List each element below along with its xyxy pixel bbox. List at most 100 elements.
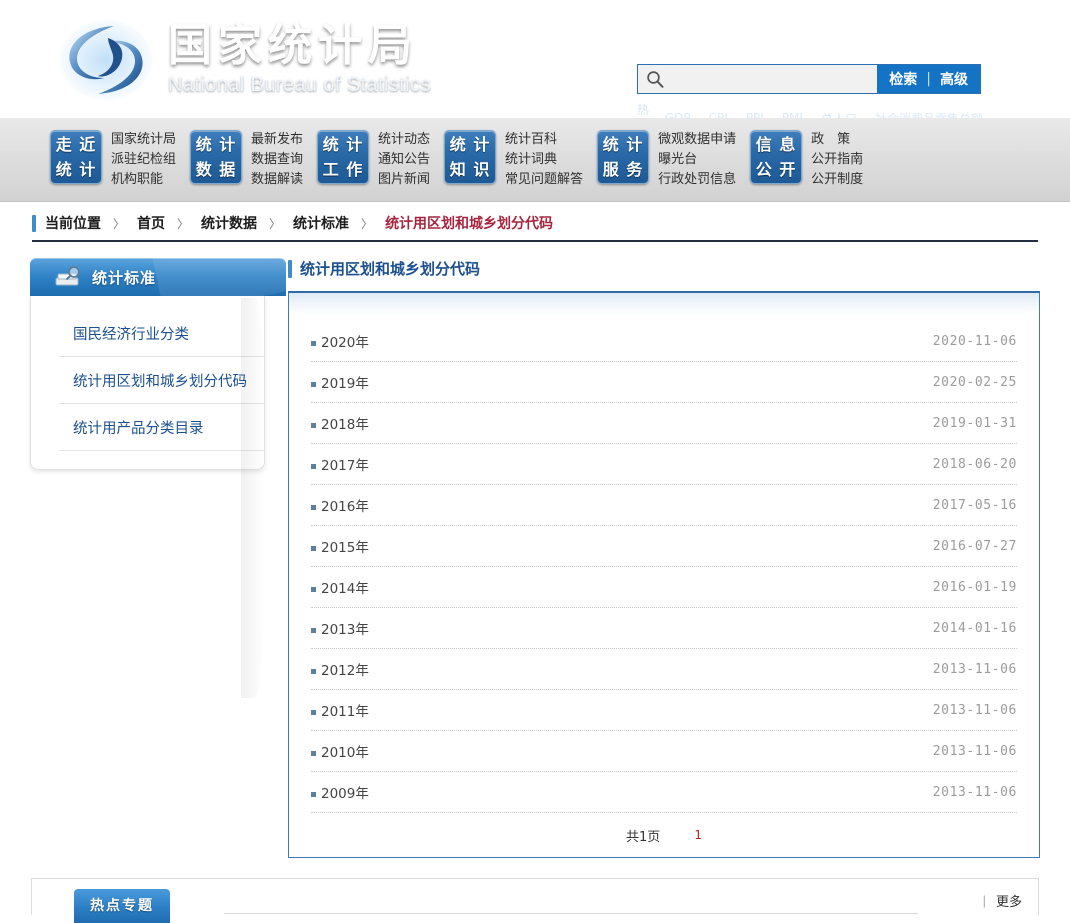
sidebar-item-industry-classification[interactable]: 国民经济行业分类 [59,310,264,357]
list-item-title[interactable]: 2010年 [321,741,369,761]
list-item-title[interactable]: 2016年 [321,495,369,515]
sidebar-item-label[interactable]: 国民经济行业分类 [73,323,189,344]
nav-badge-data[interactable]: 统 计 数 据 [190,129,243,184]
breadcrumb-item-home[interactable]: 首页 [137,213,165,233]
list-item[interactable]: 2019年 2020-02-25 [311,362,1017,403]
list-item-left: 2015年 [311,536,369,556]
list-item-date: 2018-06-20 [932,456,1017,472]
hot-keywords-label: 热词: [637,103,650,117]
list-item[interactable]: 2012年 2013-11-06 [311,649,1017,690]
nav-badge-disclosure[interactable]: 信 息 公 开 [750,129,803,184]
nav-badge-line1: 走 近 [55,134,97,154]
sidebar-item-product-catalog[interactable]: 统计用产品分类目录 [59,404,264,451]
list-item-title[interactable]: 2020年 [321,331,369,351]
nav-link-functions[interactable]: 机构职能 [111,170,176,190]
nav-link-data-interpretation[interactable]: 数据解读 [251,170,303,190]
breadcrumb-arrow-icon: 〉 [113,216,126,231]
hot-keyword-ppi[interactable]: PPI [746,111,764,118]
list-item-title[interactable]: 2013年 [321,618,369,638]
main-navigation: 走 近 统 计 国家统计局 派驻纪检组 机构职能 统 计 数 据 最新发布 数据… [0,118,1070,202]
list-item-title[interactable]: 2012年 [321,659,369,679]
breadcrumb-accent-bar [32,214,36,232]
pagination-page-1[interactable]: 1 [694,828,702,842]
nav-group-about: 走 近 统 计 国家统计局 派驻纪检组 机构职能 [50,129,176,190]
nav-link-latest-release[interactable]: 最新发布 [251,130,303,150]
nav-link-disclosure-guide[interactable]: 公开指南 [811,150,863,170]
list-item[interactable]: 2009年 2013-11-06 [311,772,1017,813]
bullet-icon [311,751,316,756]
hot-keyword-gdp[interactable]: GDP [665,111,691,118]
list-item[interactable]: 2020年 2020-11-06 [311,321,1017,362]
nav-link-dictionary[interactable]: 统计词典 [505,150,583,170]
breadcrumb-arrow-icon: 〉 [361,216,374,231]
list-item-title[interactable]: 2019年 [321,372,369,392]
list-item[interactable]: 2018年 2019-01-31 [311,403,1017,444]
breadcrumb-item-data[interactable]: 统计数据 [201,213,257,233]
list-item-title[interactable]: 2011年 [321,700,369,720]
search-box[interactable]: 检索 | 高级 [637,64,981,94]
more-separator: | [982,893,986,908]
main-content: 统计用区划和城乡划分代码 2020年 2020-11-06 2019年 2020… [288,258,1040,858]
search-submit-button[interactable]: 检索 [889,69,917,89]
nav-link-exposure-platform[interactable]: 曝光台 [658,150,736,170]
site-title-cn: 国家统计局 [168,20,418,72]
list-item-title[interactable]: 2015年 [321,536,369,556]
nav-group-disclosure: 信 息 公 开 政 策 公开指南 公开制度 [750,129,863,190]
advanced-search-link[interactable]: 高级 [940,69,968,89]
site-title-en: National Bureau of Statistics [168,73,431,96]
sidebar-item-label[interactable]: 统计用产品分类目录 [73,417,204,438]
nav-badge-about[interactable]: 走 近 统 计 [50,129,102,184]
list-item[interactable]: 2015年 2016-07-27 [311,526,1017,567]
hot-topics-tab[interactable]: 热点专题 [74,889,170,923]
breadcrumb-item-standards[interactable]: 统计标准 [293,213,349,233]
sidebar: 统计标准 国民经济行业分类 统计用区划和城乡划分代码 统计用产品分类目录 [30,258,286,698]
nav-badge-knowledge[interactable]: 统 计 知 识 [444,129,497,184]
sidebar-item-division-codes[interactable]: 统计用区划和城乡划分代码 [59,357,264,404]
sidebar-item-label[interactable]: 统计用区划和城乡划分代码 [73,370,247,391]
list-item[interactable]: 2011年 2013-11-06 [311,690,1017,731]
more-link[interactable]: 更多 [996,891,1022,910]
nav-link-penalty-info[interactable]: 行政处罚信息 [658,170,736,190]
nav-link-statistics-news[interactable]: 统计动态 [378,130,430,150]
nav-link-announcements[interactable]: 通知公告 [378,150,430,170]
nav-link-photo-news[interactable]: 图片新闻 [378,170,430,190]
list-item[interactable]: 2010年 2013-11-06 [311,731,1017,772]
list-item-date: 2013-11-06 [932,661,1017,677]
nav-link-disclosure-system[interactable]: 公开制度 [811,170,863,190]
hot-keyword-retail-sales[interactable]: 社会消费品零售总额 [875,110,983,119]
list-item-title[interactable]: 2018年 [321,413,369,433]
nav-link-faq[interactable]: 常见问题解答 [505,170,583,190]
nav-link-discipline[interactable]: 派驻纪检组 [111,150,176,170]
nav-link-microdata-application[interactable]: 微观数据申请 [658,130,736,150]
list-item[interactable]: 2014年 2016-01-19 [311,567,1017,608]
nav-link-nbs[interactable]: 国家统计局 [111,130,176,150]
breadcrumb-arrow-icon: 〉 [177,216,190,231]
list-item-title[interactable]: 2017年 [321,454,369,474]
list-item-title[interactable]: 2014年 [321,577,369,597]
nav-link-policy[interactable]: 政 策 [811,130,863,150]
nav-badge-work[interactable]: 统 计 工 作 [317,129,370,184]
nav-group-knowledge: 统 计 知 识 统计百科 统计词典 常见问题解答 [444,129,583,190]
hot-keyword-pmi[interactable]: PMI [782,111,803,118]
list-item[interactable]: 2016年 2017-05-16 [311,485,1017,526]
bullet-icon [311,669,316,674]
site-logo[interactable]: 国家统计局 National Bureau of Statistics [58,18,431,102]
nav-link-encyclopedia[interactable]: 统计百科 [505,130,583,150]
list-item-left: 2009年 [311,782,369,802]
hot-keyword-population[interactable]: 总人口 [821,110,857,119]
sidebar-header: 统计标准 [30,258,286,296]
list-item-left: 2016年 [311,495,369,515]
nav-links-data: 最新发布 数据查询 数据解读 [251,130,303,190]
search-input[interactable] [672,65,878,93]
list-item-date: 2019-01-31 [932,415,1017,431]
nav-badge-service[interactable]: 统 计 服 务 [597,129,650,184]
document-list: 2020年 2020-11-06 2019年 2020-02-25 2018年 [289,315,1039,813]
list-item-date: 2016-07-27 [932,538,1017,554]
list-item-title[interactable]: 2009年 [321,782,369,802]
nav-badge-line1: 统 计 [195,134,237,154]
hot-keyword-cpi[interactable]: CPI [709,111,728,118]
list-item[interactable]: 2013年 2014-01-16 [311,608,1017,649]
main-title-row: 统计用区划和城乡划分代码 [288,258,1040,279]
list-item[interactable]: 2017年 2018-06-20 [311,444,1017,485]
nav-link-data-query[interactable]: 数据查询 [251,150,303,170]
